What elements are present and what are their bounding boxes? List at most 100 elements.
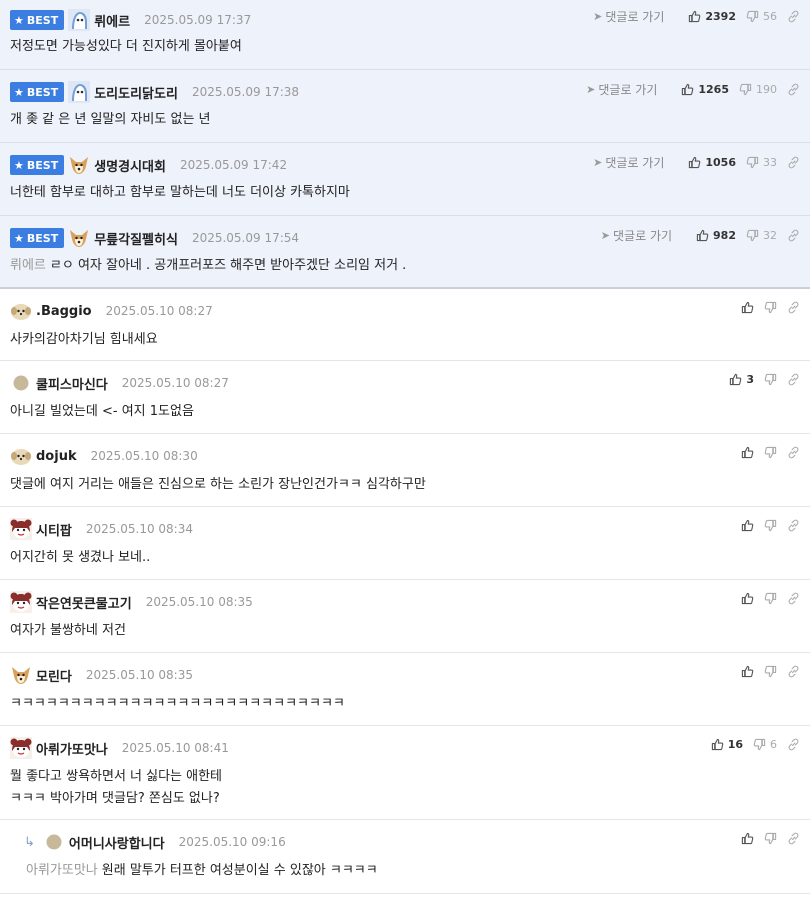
comment-header: 시티팝 2025.05.10 08:34 xyxy=(10,518,193,540)
dislike-button[interactable]: 6 xyxy=(753,738,777,751)
thumbs-down-icon xyxy=(764,301,777,314)
link-icon xyxy=(787,229,800,242)
avatar[interactable] xyxy=(10,372,32,394)
dislike-button[interactable] xyxy=(764,519,777,532)
avatar[interactable] xyxy=(10,591,32,613)
comment-header: dojuk 2025.05.10 08:30 xyxy=(10,445,198,467)
dislike-count: 32 xyxy=(763,228,777,242)
comment-text: 뭘 좋다고 쌍욕하면서 너 싫다는 애한테 xyxy=(10,769,223,784)
reply-target-nick[interactable]: 아뤼가또맛나 xyxy=(26,863,98,878)
nickname[interactable]: 어머니사랑합니다 xyxy=(69,833,165,852)
comment-line: 댓글에 여지 거리는 애들은 진심으로 하는 소린가 장난인건가ㅋㅋ 심각하구만 xyxy=(10,474,426,496)
best-comment: ★ BEST 무릎각질펠히식 2025.05.09 17:54 뤼에르 ㄹㅇ 여자 잘아네… xyxy=(0,216,810,289)
nickname[interactable]: 뤼에르 xyxy=(94,11,130,30)
share-link-button[interactable] xyxy=(787,373,800,386)
comment-date: 2025.05.10 08:27 xyxy=(105,304,213,318)
comment-text: ㄹㅇ 여자 잘아네 . 공개프러포즈 해주면 받아주겠단 소리임 저거 . xyxy=(49,258,407,273)
comment-body: 여자가 불쌍하네 저건 xyxy=(10,620,126,642)
share-link-button[interactable] xyxy=(787,301,800,314)
comment-header: 아뤼가또맛나 2025.05.10 08:41 xyxy=(10,737,229,759)
nickname[interactable]: 무릎각질펠히식 xyxy=(94,229,178,248)
share-link-button[interactable] xyxy=(787,519,800,532)
nickname[interactable]: 아뤼가또맛나 xyxy=(36,739,108,758)
like-button[interactable] xyxy=(741,446,754,459)
nickname[interactable]: 모린다 xyxy=(36,666,72,685)
like-button[interactable] xyxy=(741,519,754,532)
avatar[interactable] xyxy=(68,154,90,176)
avatar[interactable] xyxy=(10,664,32,686)
like-button[interactable] xyxy=(741,301,754,314)
avatar[interactable] xyxy=(10,518,32,540)
share-link-button[interactable] xyxy=(787,665,800,678)
dislike-count: 6 xyxy=(770,737,777,751)
nickname[interactable]: 작은연못큰물고기 xyxy=(36,593,132,612)
comment-line: 아니길 빌었는데 <- 여지 1도없음 xyxy=(10,401,194,423)
share-link-button[interactable] xyxy=(787,446,800,459)
nickname[interactable]: .Baggio xyxy=(36,304,92,319)
nickname[interactable]: 도리도리닭도리 xyxy=(94,83,178,102)
avatar[interactable] xyxy=(68,81,91,103)
comment-text: 원래 말투가 터프한 여성분이실 수 있잖아 ㅋㅋㅋㅋ xyxy=(101,863,378,878)
dislike-button[interactable] xyxy=(764,446,777,459)
share-link-button[interactable] xyxy=(787,592,800,605)
goto-comment-link[interactable]: ➤ 댓글로 가기 xyxy=(586,81,657,98)
avatar[interactable] xyxy=(10,300,32,322)
thumbs-down-icon xyxy=(739,83,752,96)
like-count: 2392 xyxy=(705,9,736,23)
like-button[interactable]: 982 xyxy=(696,229,736,242)
like-button[interactable] xyxy=(741,665,754,678)
thumbs-up-icon xyxy=(741,446,754,459)
share-link-button[interactable] xyxy=(787,156,800,169)
like-button[interactable]: 16 xyxy=(711,738,743,751)
avatar[interactable] xyxy=(10,737,32,759)
comment-item: 작은연못큰물고기 2025.05.10 08:35 여자가 불쌍하네 저건 xyxy=(0,580,810,653)
goto-comment-link[interactable]: ➤ 댓글로 가기 xyxy=(601,227,672,244)
link-icon xyxy=(787,738,800,751)
avatar[interactable] xyxy=(43,831,65,853)
send-arrow-icon: ➤ xyxy=(593,9,603,23)
goto-comment-link[interactable]: ➤ 댓글로 가기 xyxy=(593,8,664,25)
nickname[interactable]: 생명경시대회 xyxy=(94,156,166,175)
share-link-button[interactable] xyxy=(787,229,800,242)
comment-text: 너한테 함부로 대하고 함부로 말하는데 너도 더이상 카톡하지마 xyxy=(10,185,350,200)
like-button[interactable] xyxy=(741,832,754,845)
nickname[interactable]: dojuk xyxy=(36,449,77,464)
avatar[interactable] xyxy=(68,227,90,249)
comment-line: ㅋㅋㅋ 박아가며 댓글담? 쫀심도 없나? xyxy=(10,788,222,810)
goto-comment-link[interactable]: ➤ 댓글로 가기 xyxy=(593,154,664,171)
share-link-button[interactable] xyxy=(787,83,800,96)
comment-header: 작은연못큰물고기 2025.05.10 08:35 xyxy=(10,591,253,613)
share-link-button[interactable] xyxy=(787,738,800,751)
dislike-button[interactable]: 33 xyxy=(746,156,777,169)
nickname[interactable]: 시티팝 xyxy=(36,520,72,539)
dislike-button[interactable] xyxy=(764,373,777,386)
comment-actions xyxy=(731,443,800,461)
share-link-button[interactable] xyxy=(787,10,800,23)
like-button[interactable]: 1265 xyxy=(681,83,729,96)
link-icon xyxy=(787,592,800,605)
like-button[interactable]: 2392 xyxy=(688,10,736,23)
like-button[interactable]: 1056 xyxy=(688,156,736,169)
dislike-button[interactable]: 32 xyxy=(746,229,777,242)
dislike-button[interactable] xyxy=(764,301,777,314)
comment-header: ★ BEST 도리도리닭도리 2025.05.09 17:38 xyxy=(10,81,299,103)
send-arrow-icon: ➤ xyxy=(586,82,596,96)
comment-line: 여자가 불쌍하네 저건 xyxy=(10,620,126,642)
dislike-button[interactable]: 190 xyxy=(739,83,777,96)
comment-body: 저정도면 가능성있다 더 진지하게 몰아붙여 xyxy=(10,36,242,58)
avatar[interactable] xyxy=(10,445,32,467)
dislike-button[interactable]: 56 xyxy=(746,10,777,23)
dislike-button[interactable] xyxy=(764,592,777,605)
nickname[interactable]: 쿨피스마신다 xyxy=(36,374,108,393)
like-button[interactable]: 3 xyxy=(729,373,754,386)
like-button[interactable] xyxy=(741,592,754,605)
reply-target-nick[interactable]: 뤼에르 xyxy=(10,258,46,273)
avatar[interactable] xyxy=(68,9,91,31)
share-link-button[interactable] xyxy=(787,832,800,845)
dislike-button[interactable] xyxy=(764,832,777,845)
best-comment: ★ BEST 뤼에르 2025.05.09 17:37 저정도면 가능성있다 더 진지하… xyxy=(0,0,810,70)
dislike-button[interactable] xyxy=(764,665,777,678)
thumbs-down-icon xyxy=(764,373,777,386)
comment-body: 너한테 함부로 대하고 함부로 말하는데 너도 더이상 카톡하지마 xyxy=(10,182,350,204)
comment-item: 모린다 2025.05.10 08:35 ㅋㅋㅋㅋㅋㅋㅋㅋㅋㅋㅋㅋㅋㅋㅋㅋㅋㅋㅋㅋㅋ… xyxy=(0,653,810,726)
